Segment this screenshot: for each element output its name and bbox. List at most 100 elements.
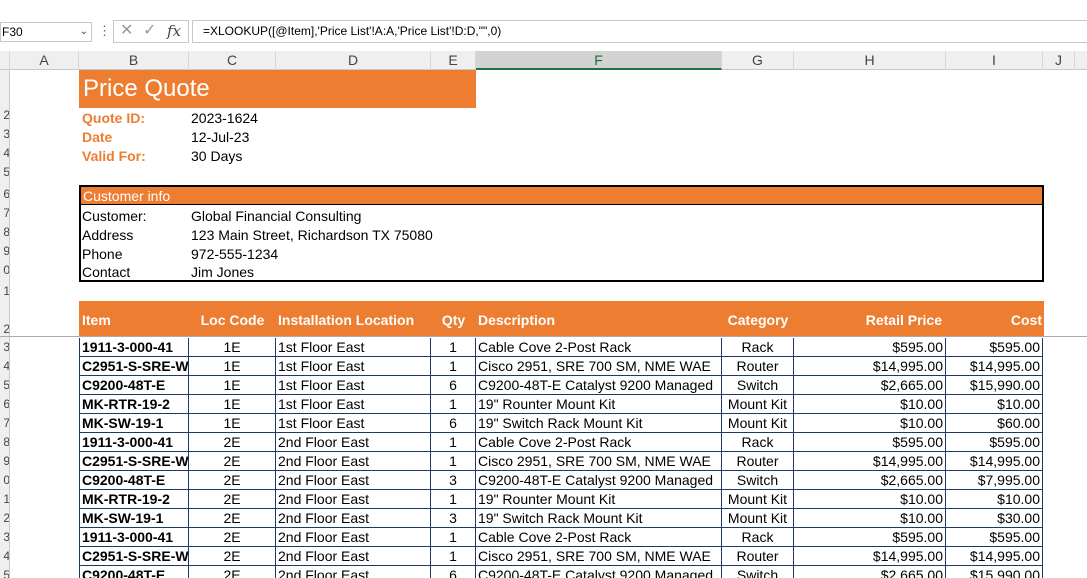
quote-valid-value[interactable]: 30 Days <box>191 147 242 166</box>
row-header[interactable]: 6 <box>0 185 9 204</box>
confirm-icon[interactable]: ✓ <box>143 22 156 40</box>
loc-code-cell[interactable]: 2E <box>189 490 276 509</box>
loc-code-cell[interactable]: 1E <box>189 376 276 395</box>
cost-cell[interactable]: $595.00 <box>946 338 1043 357</box>
header-category[interactable]: Category <box>722 301 794 336</box>
retail-price-cell[interactable]: $2,665.00 <box>794 376 946 395</box>
row-header[interactable]: 3 <box>0 338 9 357</box>
row-header[interactable]: 7 <box>0 414 9 433</box>
qty-cell[interactable]: 6 <box>431 566 476 578</box>
retail-price-cell[interactable]: $14,995.00 <box>794 357 946 376</box>
loc-code-cell[interactable]: 2E <box>189 566 276 578</box>
loc-code-cell[interactable]: 2E <box>189 471 276 490</box>
column-header-i[interactable]: I <box>946 51 1043 70</box>
row-header[interactable]: 7 <box>0 204 9 223</box>
cancel-icon[interactable]: ✕ <box>120 22 133 40</box>
cost-cell[interactable]: $10.00 <box>946 395 1043 414</box>
category-cell[interactable]: Switch <box>722 566 794 578</box>
address-label[interactable]: Address <box>82 226 133 245</box>
column-header-d[interactable]: D <box>276 51 431 70</box>
header-item[interactable]: Item <box>82 301 111 336</box>
category-cell[interactable]: Rack <box>722 338 794 357</box>
header-cost[interactable]: Cost <box>946 301 1042 336</box>
retail-price-cell[interactable]: $10.00 <box>794 490 946 509</box>
retail-price-cell[interactable]: $14,995.00 <box>794 547 946 566</box>
item-cell[interactable]: 1911-3-000-41 <box>79 433 189 452</box>
quote-valid-label[interactable]: Valid For: <box>82 147 146 166</box>
item-cell[interactable]: C2951-S-SRE-W <box>79 357 189 376</box>
category-cell[interactable]: Mount Kit <box>722 490 794 509</box>
category-cell[interactable]: Mount Kit <box>722 509 794 528</box>
category-cell[interactable]: Router <box>722 357 794 376</box>
quote-id-value[interactable]: 2023-1624 <box>191 109 258 128</box>
qty-cell[interactable]: 1 <box>431 547 476 566</box>
description-cell[interactable]: Cable Cove 2-Post Rack <box>476 338 722 357</box>
contact-label[interactable]: Contact <box>82 263 130 282</box>
description-cell[interactable]: C9200-48T-E Catalyst 9200 Managed <box>476 376 722 395</box>
header-installation-location[interactable]: Installation Location <box>278 301 414 336</box>
loc-code-cell[interactable]: 2E <box>189 547 276 566</box>
cost-cell[interactable]: $595.00 <box>946 433 1043 452</box>
category-cell[interactable]: Mount Kit <box>722 395 794 414</box>
installation-location-cell[interactable]: 2nd Floor East <box>276 471 431 490</box>
description-cell[interactable]: Cable Cove 2-Post Rack <box>476 528 722 547</box>
cost-cell[interactable]: $14,995.00 <box>946 547 1043 566</box>
loc-code-cell[interactable]: 1E <box>189 338 276 357</box>
column-header-h[interactable]: H <box>794 51 946 70</box>
qty-cell[interactable]: 1 <box>431 395 476 414</box>
header-retail-price[interactable]: Retail Price <box>794 301 942 336</box>
description-cell[interactable]: Cisco 2951, SRE 700 SM, NME WAE <box>476 452 722 471</box>
row-header[interactable]: 2 <box>0 509 9 528</box>
address-value[interactable]: 123 Main Street, Richardson TX 75080 <box>191 226 433 245</box>
function-icon[interactable]: fx <box>167 22 181 40</box>
column-header-a[interactable]: A <box>10 51 79 70</box>
qty-cell[interactable]: 1 <box>431 490 476 509</box>
description-cell[interactable]: Cisco 2951, SRE 700 SM, NME WAE <box>476 357 722 376</box>
row-header[interactable]: 1 <box>0 282 9 301</box>
retail-price-cell[interactable]: $10.00 <box>794 414 946 433</box>
category-cell[interactable]: Mount Kit <box>722 414 794 433</box>
row-header[interactable]: 5 <box>0 163 9 182</box>
loc-code-cell[interactable]: 2E <box>189 509 276 528</box>
retail-price-cell[interactable]: $2,665.00 <box>794 471 946 490</box>
name-box[interactable]: F30 ⌄ <box>0 22 92 42</box>
phone-value[interactable]: 972-555-1234 <box>191 245 278 264</box>
column-header-f[interactable]: F <box>476 51 722 70</box>
loc-code-cell[interactable]: 2E <box>189 528 276 547</box>
contact-value[interactable]: Jim Jones <box>191 263 254 282</box>
qty-cell[interactable]: 6 <box>431 414 476 433</box>
retail-price-cell[interactable]: $595.00 <box>794 338 946 357</box>
select-all-corner[interactable] <box>0 51 10 70</box>
row-header[interactable]: 4 <box>0 144 9 163</box>
item-cell[interactable]: 1911-3-000-41 <box>79 338 189 357</box>
description-cell[interactable]: Cisco 2951, SRE 700 SM, NME WAE <box>476 547 722 566</box>
header-loc-code[interactable]: Loc Code <box>189 301 276 336</box>
row-header[interactable]: 5 <box>0 376 9 395</box>
row-header[interactable]: 8 <box>0 223 9 242</box>
category-cell[interactable]: Switch <box>722 376 794 395</box>
installation-location-cell[interactable]: 1st Floor East <box>276 395 431 414</box>
installation-location-cell[interactable]: 2nd Floor East <box>276 509 431 528</box>
qty-cell[interactable]: 1 <box>431 452 476 471</box>
installation-location-cell[interactable]: 1st Floor East <box>276 414 431 433</box>
column-header-e[interactable]: E <box>431 51 476 70</box>
item-cell[interactable]: C2951-S-SRE-W <box>79 452 189 471</box>
retail-price-cell[interactable]: $595.00 <box>794 528 946 547</box>
loc-code-cell[interactable]: 1E <box>189 357 276 376</box>
cost-cell[interactable]: $15,990.00 <box>946 566 1043 578</box>
category-cell[interactable]: Router <box>722 547 794 566</box>
chevron-down-icon[interactable]: ⌄ <box>80 23 88 41</box>
quote-date-label[interactable]: Date <box>82 128 112 147</box>
loc-code-cell[interactable]: 1E <box>189 414 276 433</box>
category-cell[interactable]: Switch <box>722 471 794 490</box>
row-header[interactable]: 9 <box>0 242 9 261</box>
category-cell[interactable]: Rack <box>722 433 794 452</box>
more-vertical-icon[interactable]: ⋮ <box>98 22 111 40</box>
column-header-g[interactable]: G <box>722 51 794 70</box>
qty-cell[interactable]: 1 <box>431 433 476 452</box>
cost-cell[interactable]: $14,995.00 <box>946 357 1043 376</box>
item-cell[interactable]: C2951-S-SRE-W <box>79 547 189 566</box>
row-header[interactable]: 1 <box>0 490 9 509</box>
column-header-c[interactable]: C <box>189 51 276 70</box>
customer-label[interactable]: Customer: <box>82 207 147 226</box>
